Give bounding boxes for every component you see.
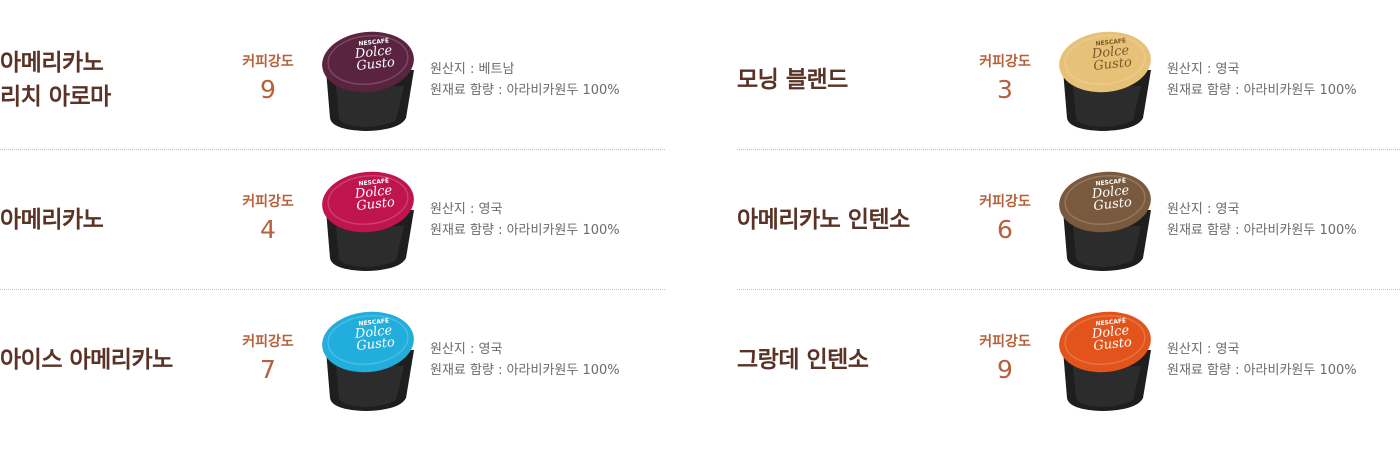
origin-text: 원산지 : 영국 (1167, 342, 1240, 357)
product-name: 아메리카노 인텐소 (737, 207, 910, 233)
intensity-value: 4 (260, 215, 276, 244)
product-row: 모닝 블랜드 커피강도 3 NESCAFÉ Dolce Gusto 원산지 : 영국 원재료 … (737, 10, 1400, 150)
capsule-image: NESCAFÉDolceGusto (1059, 31, 1151, 131)
product-row: 그랑데 인텐소 커피강도 9 NESCAFÉ Dolce Gusto 원산지 : 영국 원재료… (737, 290, 1400, 430)
intensity-label: 커피강도 (979, 194, 1031, 210)
product-info: 원산지 : 영국원재료 함량 : 아라비카원두 100% (1167, 290, 1357, 430)
intensity-label: 커피강도 (242, 334, 294, 350)
product-name: 아메리카노 리치 아로마 (0, 50, 111, 110)
coffee-intensity: 커피강도 9 (228, 10, 308, 150)
intensity-label: 커피강도 (979, 54, 1031, 70)
coffee-intensity: 커피강도 7 (228, 290, 308, 430)
product-info: 원산지 : 베트남원재료 함량 : 아라비카원두 100% (430, 10, 620, 150)
ingredients-text: 원재료 함량 : 아라비카원두 100% (430, 223, 620, 238)
coffee-intensity: 커피강도 6 (965, 150, 1045, 290)
origin-text: 원산지 : 영국 (1167, 62, 1240, 77)
intensity-label: 커피강도 (979, 334, 1031, 350)
capsule-image: NESCAFÉDolceGusto (322, 311, 414, 411)
capsule-image-wrapper: NESCAFÉ Dolce Gusto (1053, 306, 1157, 414)
left-product-column: 아메리카노 리치 아로마 커피강도 9 NESCAFÉ Dolce Gusto 원산지 : … (0, 0, 665, 450)
origin-text: 원산지 : 영국 (1167, 202, 1240, 217)
product-name: 그랑데 인텐소 (737, 347, 869, 373)
product-info: 원산지 : 영국원재료 함량 : 아라비카원두 100% (430, 290, 620, 430)
ingredients-text: 원재료 함량 : 아라비카원두 100% (430, 363, 620, 378)
intensity-value: 9 (260, 75, 276, 104)
capsule-image-wrapper: NESCAFÉ Dolce Gusto (316, 26, 420, 134)
intensity-label: 커피강도 (242, 194, 294, 210)
origin-text: 원산지 : 영국 (430, 342, 503, 357)
ingredients-text: 원재료 함량 : 아라비카원두 100% (430, 83, 620, 98)
capsule-image-wrapper: NESCAFÉ Dolce Gusto (316, 306, 420, 414)
product-row: 아메리카노 리치 아로마 커피강도 9 NESCAFÉ Dolce Gusto 원산지 : … (0, 10, 665, 150)
intensity-value: 7 (260, 355, 276, 384)
intensity-value: 6 (997, 215, 1013, 244)
intensity-value: 3 (997, 75, 1013, 104)
product-row: 아메리카노 인텐소 커피강도 6 NESCAFÉ Dolce Gusto 원산지 : 영국 원… (737, 150, 1400, 290)
intensity-label: 커피강도 (242, 54, 294, 70)
product-name: 모닝 블랜드 (737, 67, 848, 93)
right-product-column: 모닝 블랜드 커피강도 3 NESCAFÉ Dolce Gusto 원산지 : 영국 원재료 … (737, 0, 1400, 450)
intensity-value: 9 (997, 355, 1013, 384)
product-row: 아메리카노 커피강도 4 NESCAFÉ Dolce Gusto 원산지 : 영국 원재료 함… (0, 150, 665, 290)
capsule-image: NESCAFÉDolceGusto (322, 31, 414, 131)
capsule-image-wrapper: NESCAFÉ Dolce Gusto (1053, 26, 1157, 134)
product-name: 아메리카노 (0, 207, 104, 233)
capsule-image: NESCAFÉDolceGusto (322, 171, 414, 271)
product-info: 원산지 : 영국원재료 함량 : 아라비카원두 100% (1167, 150, 1357, 290)
capsule-image-wrapper: NESCAFÉ Dolce Gusto (1053, 166, 1157, 274)
capsule-image: NESCAFÉDolceGusto (1059, 311, 1151, 411)
ingredients-text: 원재료 함량 : 아라비카원두 100% (1167, 223, 1357, 238)
product-info: 원산지 : 영국원재료 함량 : 아라비카원두 100% (1167, 10, 1357, 150)
ingredients-text: 원재료 함량 : 아라비카원두 100% (1167, 363, 1357, 378)
ingredients-text: 원재료 함량 : 아라비카원두 100% (1167, 83, 1357, 98)
coffee-intensity: 커피강도 3 (965, 10, 1045, 150)
coffee-intensity: 커피강도 9 (965, 290, 1045, 430)
capsule-image: NESCAFÉDolceGusto (1059, 171, 1151, 271)
product-name: 아이스 아메리카노 (0, 347, 173, 373)
origin-text: 원산지 : 베트남 (430, 62, 515, 77)
product-info: 원산지 : 영국원재료 함량 : 아라비카원두 100% (430, 150, 620, 290)
product-row: 아이스 아메리카노 커피강도 7 NESCAFÉ Dolce Gusto 원산지 : 영국 원… (0, 290, 665, 430)
coffee-intensity: 커피강도 4 (228, 150, 308, 290)
origin-text: 원산지 : 영국 (430, 202, 503, 217)
capsule-image-wrapper: NESCAFÉ Dolce Gusto (316, 166, 420, 274)
